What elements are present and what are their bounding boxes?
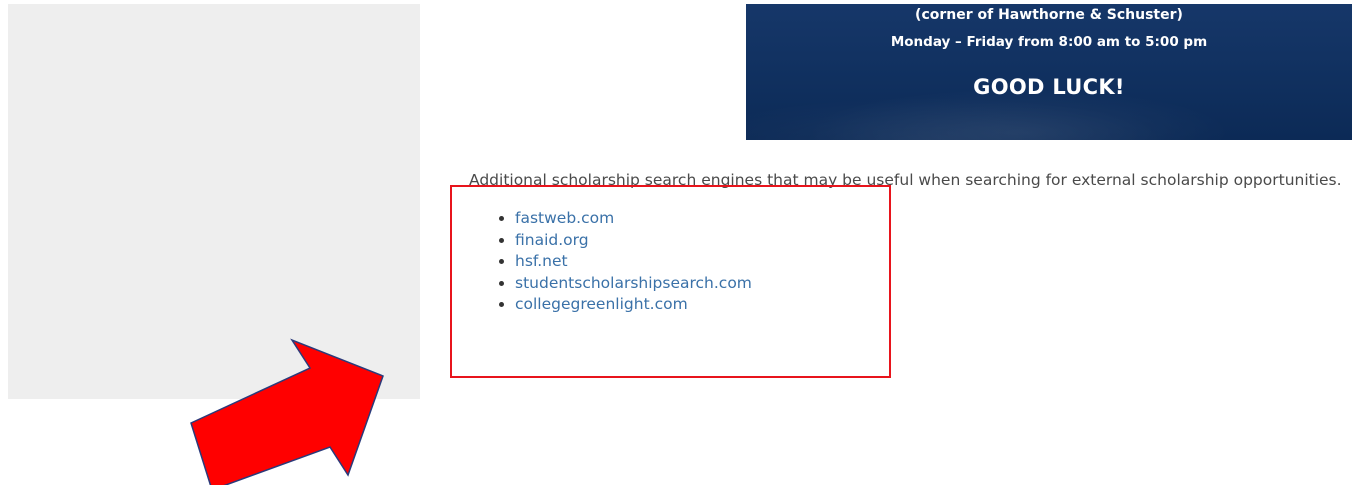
- banner-address-text: (corner of Hawthorne & Schuster): [915, 7, 1183, 23]
- banner-good-luck-heading: GOOD LUCK!: [973, 75, 1125, 99]
- red-highlight-box: [450, 185, 891, 378]
- red-arrow-icon: [190, 338, 384, 485]
- office-info-banner: (corner of Hawthorne & Schuster) Monday …: [746, 4, 1352, 140]
- banner-hours-text: Monday – Friday from 8:00 am to 5:00 pm: [890, 34, 1208, 50]
